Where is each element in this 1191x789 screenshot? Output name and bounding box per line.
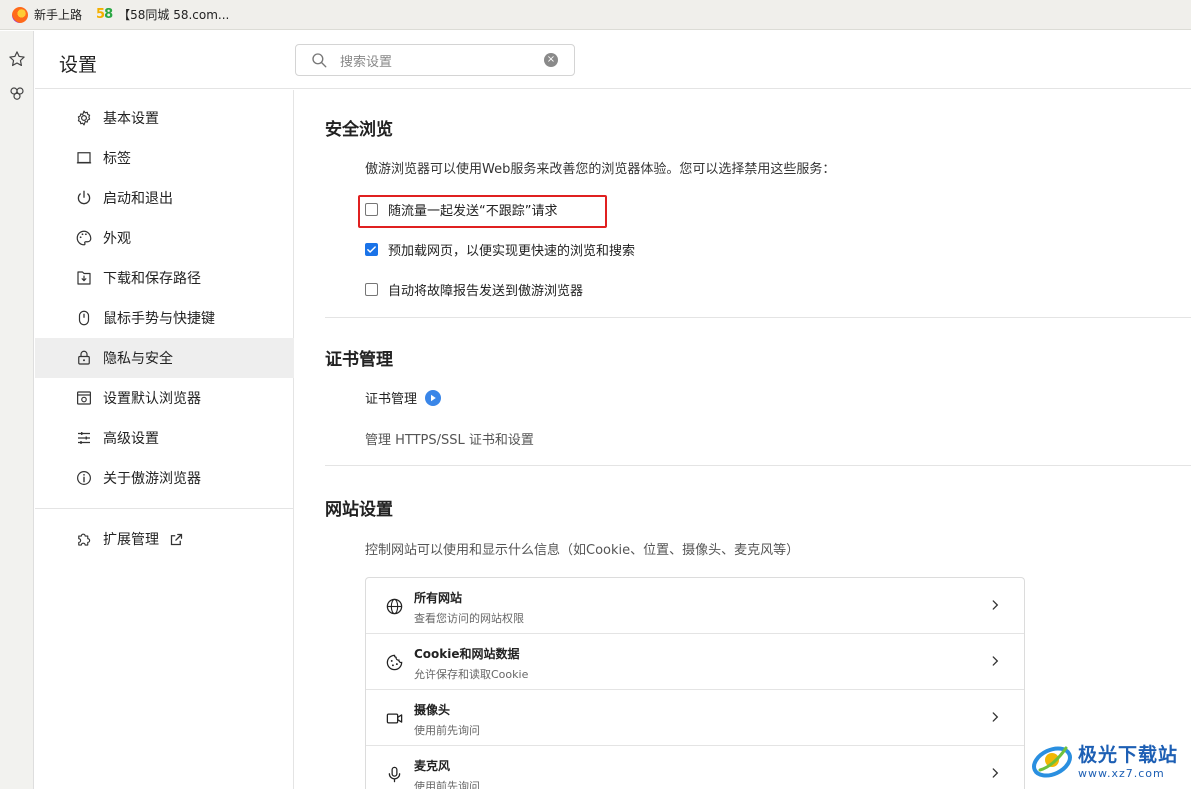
option-preload[interactable]: 预加载网页，以便实现更快速的浏览和搜索 (365, 240, 635, 259)
camera-icon (384, 708, 404, 728)
sidebar-item-label: 基本设置 (103, 111, 159, 127)
side-rail (0, 31, 34, 789)
bookmarks-bar: 新手上路 58 【58同城 58.com... (0, 0, 1191, 30)
info-icon (75, 469, 93, 487)
checkmark-icon (367, 246, 376, 253)
sidebar-item-label: 鼠标手势与快捷键 (103, 311, 215, 327)
site-row-camera[interactable]: 摄像头 使用前先询问 (366, 690, 1024, 746)
microphone-icon (384, 764, 404, 784)
tab-icon (75, 149, 93, 167)
globe-icon (384, 596, 404, 616)
page-title: 设置 (59, 54, 98, 76)
certificate-manager-link[interactable]: 证书管理 (365, 388, 442, 407)
search-input[interactable]: 搜索设置 (340, 51, 544, 70)
play-arrow-icon[interactable] (425, 389, 442, 406)
extension-clover-icon[interactable] (7, 84, 27, 104)
site-row-subtitle: 允许保存和读取Cookie (414, 668, 529, 681)
site-row-title: 所有网站 (414, 591, 463, 605)
sidebar-item-downloads[interactable]: 下载和保存路径 (35, 258, 294, 298)
certificate-link-label: 证书管理 (365, 392, 418, 407)
chevron-right-icon (992, 656, 999, 666)
sidebar-item-startup[interactable]: 启动和退出 (35, 178, 294, 218)
bookmark-label: 【58同城 58.com... (118, 8, 230, 22)
safe-browsing-description: 傲游浏览器可以使用Web服务来改善您的浏览器体验。您可以选择禁用这些服务： (365, 162, 836, 177)
sidebar-item-label: 标签 (103, 151, 131, 167)
power-icon (75, 189, 93, 207)
clear-search-icon[interactable]: × (544, 53, 558, 67)
browser-icon (75, 389, 93, 407)
lock-icon (75, 349, 93, 367)
chevron-right-icon (992, 600, 999, 610)
bookmark-label: 新手上路 (34, 8, 83, 22)
cookie-icon (384, 652, 404, 672)
checkbox-checked[interactable] (365, 243, 378, 256)
option-do-not-track[interactable]: 随流量一起发送“不跟踪”请求 (365, 200, 557, 219)
sidebar-item-appearance[interactable]: 外观 (35, 218, 294, 258)
section-divider (325, 317, 1191, 318)
chevron-right-icon (992, 768, 999, 778)
section-title-site-settings: 网站设置 (325, 500, 393, 520)
site-row-all-sites[interactable]: 所有网站 查看您访问的网站权限 (366, 578, 1024, 634)
sidebar-item-label: 启动和退出 (103, 191, 173, 207)
option-label: 预加载网页，以便实现更快速的浏览和搜索 (388, 244, 636, 259)
sliders-icon (75, 429, 93, 447)
sidebar-item-about[interactable]: 关于傲游浏览器 (35, 458, 294, 498)
site-row-title: Cookie和网站数据 (414, 647, 520, 661)
checkbox[interactable] (365, 203, 378, 216)
sidebar-divider (35, 508, 294, 509)
sidebar-item-label: 外观 (103, 231, 131, 247)
site-settings-list: 所有网站 查看您访问的网站权限 Cookie和网站数据 允许保存和读取Cooki… (365, 577, 1025, 789)
option-crash-reports[interactable]: 自动将故障报告发送到傲游浏览器 (365, 280, 583, 299)
section-title-safe-browsing: 安全浏览 (325, 120, 393, 140)
sidebar-item-basic[interactable]: 基本设置 (35, 98, 294, 138)
site-row-title: 摄像头 (414, 703, 451, 717)
sidebar-item-label: 设置默认浏览器 (103, 391, 201, 407)
gear-icon (75, 109, 93, 127)
palette-icon (75, 229, 93, 247)
site-row-subtitle: 使用前先询问 (414, 724, 480, 737)
sidebar-item-tabs[interactable]: 标签 (35, 138, 294, 178)
option-label: 自动将故障报告发送到傲游浏览器 (388, 284, 584, 299)
site-row-title: 麦克风 (414, 759, 451, 773)
sidebar-item-advanced[interactable]: 高级设置 (35, 418, 294, 458)
sidebar-item-privacy[interactable]: 隐私与安全 (35, 338, 294, 378)
option-label: 随流量一起发送“不跟踪”请求 (388, 204, 558, 219)
search-box[interactable]: 搜索设置 × (295, 44, 575, 76)
sidebar-item-default-browser[interactable]: 设置默认浏览器 (35, 378, 294, 418)
site-row-subtitle: 查看您访问的网站权限 (414, 612, 524, 625)
mouse-icon (75, 309, 93, 327)
site-row-microphone[interactable]: 麦克风 使用前先询问 (366, 746, 1024, 789)
sidebar-item-gestures[interactable]: 鼠标手势与快捷键 (35, 298, 294, 338)
bookmark-xinshou[interactable]: 新手上路 (12, 6, 82, 23)
settings-header: 设置 搜索设置 × (35, 31, 1191, 89)
site-row-subtitle: 使用前先询问 (414, 780, 480, 789)
sidebar-item-label: 下载和保存路径 (103, 271, 201, 287)
site-row-cookies[interactable]: Cookie和网站数据 允许保存和读取Cookie (366, 634, 1024, 690)
firefox-icon (12, 6, 28, 23)
external-link-icon (169, 532, 184, 547)
download-icon (75, 269, 93, 287)
sidebar-item-extensions[interactable]: 扩展管理 (35, 519, 294, 559)
section-title-certificates: 证书管理 (325, 350, 393, 370)
certificate-description: 管理 HTTPS/SSL 证书和设置 (365, 433, 534, 448)
sidebar-item-label: 扩展管理 (103, 532, 159, 548)
58-logo-icon: 58 (96, 6, 113, 22)
sidebar-item-label: 高级设置 (103, 431, 159, 447)
sidebar-item-label: 隐私与安全 (103, 351, 173, 367)
bookmark-58[interactable]: 58 【58同城 58.com... (96, 6, 229, 23)
puzzle-icon (75, 530, 93, 548)
sidebar-item-label: 关于傲游浏览器 (103, 471, 201, 487)
settings-sidebar: 基本设置 标签 启动和退出 外观 下载和保存路径 鼠标手势与快捷键 隐私与安全 … (35, 90, 294, 789)
section-divider (325, 465, 1191, 466)
site-settings-description: 控制网站可以使用和显示什么信息（如Cookie、位置、摄像头、麦克风等） (365, 543, 800, 558)
chevron-right-icon (992, 712, 999, 722)
star-icon[interactable] (7, 49, 27, 69)
search-icon (312, 53, 327, 68)
settings-content: 安全浏览 傲游浏览器可以使用Web服务来改善您的浏览器体验。您可以选择禁用这些服… (295, 90, 1191, 789)
checkbox[interactable] (365, 283, 378, 296)
